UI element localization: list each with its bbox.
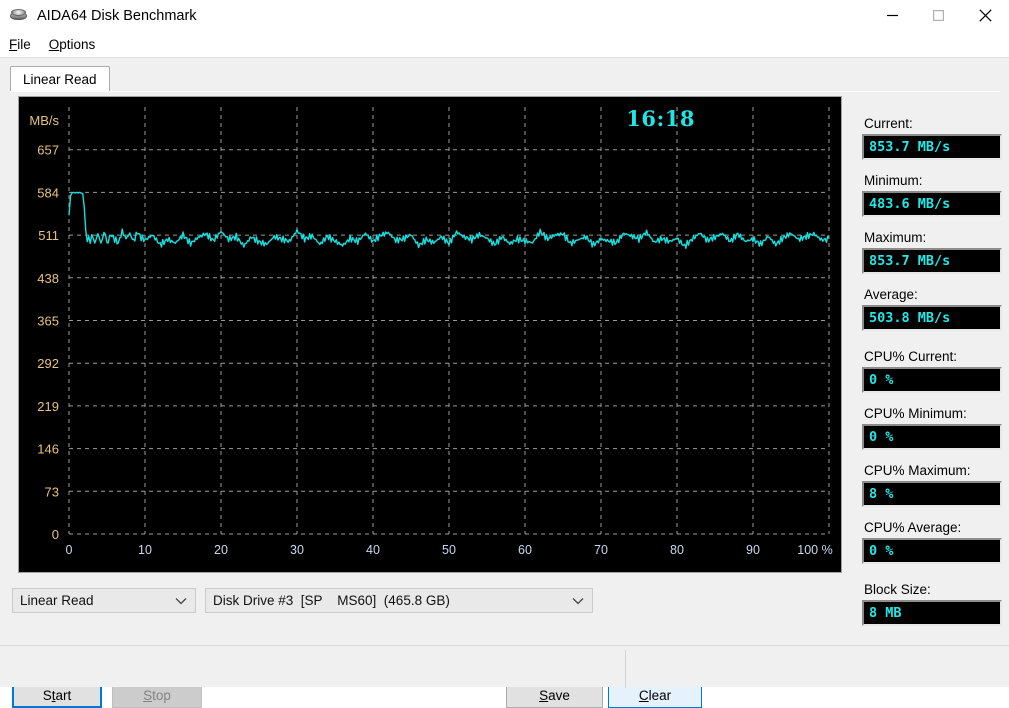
x-axis-tick-label: 60 — [518, 543, 532, 557]
tab-underline — [10, 91, 1000, 92]
x-axis-tick-label: 30 — [290, 543, 304, 557]
close-icon[interactable] — [961, 0, 1009, 31]
y-axis-tick-label: 146 — [37, 442, 59, 457]
menu-item-file-accel: F — [9, 36, 18, 52]
y-axis-tick-label: 0 — [52, 527, 59, 542]
benchmark-mode-value: Linear Read — [20, 593, 94, 608]
client-area: Linear Read MB/s 0 73 146 219 292 365 438 511 584… — [0, 58, 1009, 708]
status-bar — [0, 645, 1009, 688]
window-title: AIDA64 Disk Benchmark — [37, 7, 197, 24]
chevron-down-icon — [175, 589, 187, 612]
readout-label: CPU% Average: — [864, 520, 962, 535]
y-axis-tick-label: 584 — [37, 185, 59, 200]
y-axis-tick-label: 438 — [37, 271, 59, 286]
readout-value: 853.7 MB/s — [862, 248, 1002, 274]
y-axis-tick-label: 292 — [37, 356, 59, 371]
tab-linear-read[interactable]: Linear Read — [10, 66, 110, 92]
stop-button-post: top — [152, 687, 171, 703]
x-axis-tick-label: 20 — [214, 543, 228, 557]
readout-label: Minimum: — [864, 173, 923, 188]
readout-label: Maximum: — [864, 230, 927, 245]
readout-label: CPU% Maximum: — [864, 463, 971, 478]
disk-drive-value: Disk Drive #3 [SP MS60] (465.8 GB) — [213, 593, 450, 608]
menu-item-options-rest: ptions — [59, 36, 96, 52]
y-axis-unit-label: MB/s — [29, 113, 59, 128]
readout-label: Average: — [864, 287, 918, 302]
tab-strip: Linear Read — [10, 66, 1000, 92]
chevron-down-icon — [572, 589, 584, 612]
save-button-post: ave — [548, 687, 570, 703]
menu-item-file[interactable]: File — [0, 34, 40, 55]
y-axis-tick-label: 657 — [37, 143, 59, 158]
start-button-post: art — [55, 687, 72, 703]
title-bar: AIDA64 Disk Benchmark — [0, 0, 1009, 31]
x-axis-tick-label: 40 — [366, 543, 380, 557]
readout-value: 0 % — [862, 538, 1002, 564]
readout-panel: Current: 853.7 MB/s Minimum: 483.6 MB/s Maxi… — [862, 116, 1009, 639]
menu-bar: File Options — [0, 31, 1009, 58]
x-axis-tick-label: 50 — [442, 543, 456, 557]
readout-value: 0 % — [862, 424, 1002, 450]
readout-label: Current: — [864, 116, 913, 131]
readout-value: 853.7 MB/s — [862, 134, 1002, 160]
menu-item-file-rest: ile — [17, 36, 31, 52]
y-axis-tick-label: 365 — [37, 314, 59, 329]
menu-item-options[interactable]: Options — [40, 34, 105, 55]
save-button-accel: S — [539, 687, 549, 703]
y-axis-tick-label: 511 — [38, 228, 59, 243]
x-axis-tick-label: 70 — [594, 543, 608, 557]
benchmark-mode-select[interactable]: Linear Read — [12, 588, 196, 613]
readout-value: 483.6 MB/s — [862, 191, 1002, 217]
y-axis-tick-label: 219 — [37, 399, 59, 414]
readout-label: Block Size: — [864, 582, 931, 597]
x-axis-tick-label: 10 — [138, 543, 152, 557]
readout-value: 0 % — [862, 367, 1002, 393]
tab-linear-read-label: Linear Read — [23, 72, 97, 87]
readout-label: CPU% Current: — [864, 349, 958, 364]
elapsed-timer: 16:18 — [626, 106, 695, 131]
readout-value: 503.8 MB/s — [862, 305, 1002, 331]
clear-button-accel: C — [638, 687, 649, 703]
x-axis-tick-label: 0 — [66, 543, 73, 557]
readout-label: CPU% Minimum: — [864, 406, 967, 421]
stop-button-accel: S — [143, 687, 153, 703]
readout-value: 8 % — [862, 481, 1002, 507]
clear-button-post: lear — [648, 687, 672, 703]
disk-icon — [9, 6, 29, 26]
menu-item-options-accel: O — [48, 36, 60, 52]
chart-canvas: MB/s 0 73 146 219 292 365 438 511 584 657 0 10 20 30 40… — [29, 107, 833, 557]
x-axis-tick-label: 90 — [746, 543, 760, 557]
status-bar-divider — [625, 650, 626, 688]
start-button-pre: S — [42, 687, 52, 703]
benchmark-chart: MB/s 0 73 146 219 292 365 438 511 584 657 0 10 20 30 40… — [18, 96, 842, 573]
y-axis-tick-label: 73 — [45, 484, 59, 499]
disk-drive-select[interactable]: Disk Drive #3 [SP MS60] (465.8 GB) — [205, 588, 593, 613]
x-axis-tick-label: 100 % — [797, 543, 832, 557]
maximize-icon[interactable] — [915, 0, 961, 31]
x-axis-tick-label: 80 — [670, 543, 684, 557]
minimize-icon[interactable] — [869, 0, 915, 31]
readout-value: 8 MB — [862, 600, 1002, 626]
window-controls — [869, 0, 1009, 31]
